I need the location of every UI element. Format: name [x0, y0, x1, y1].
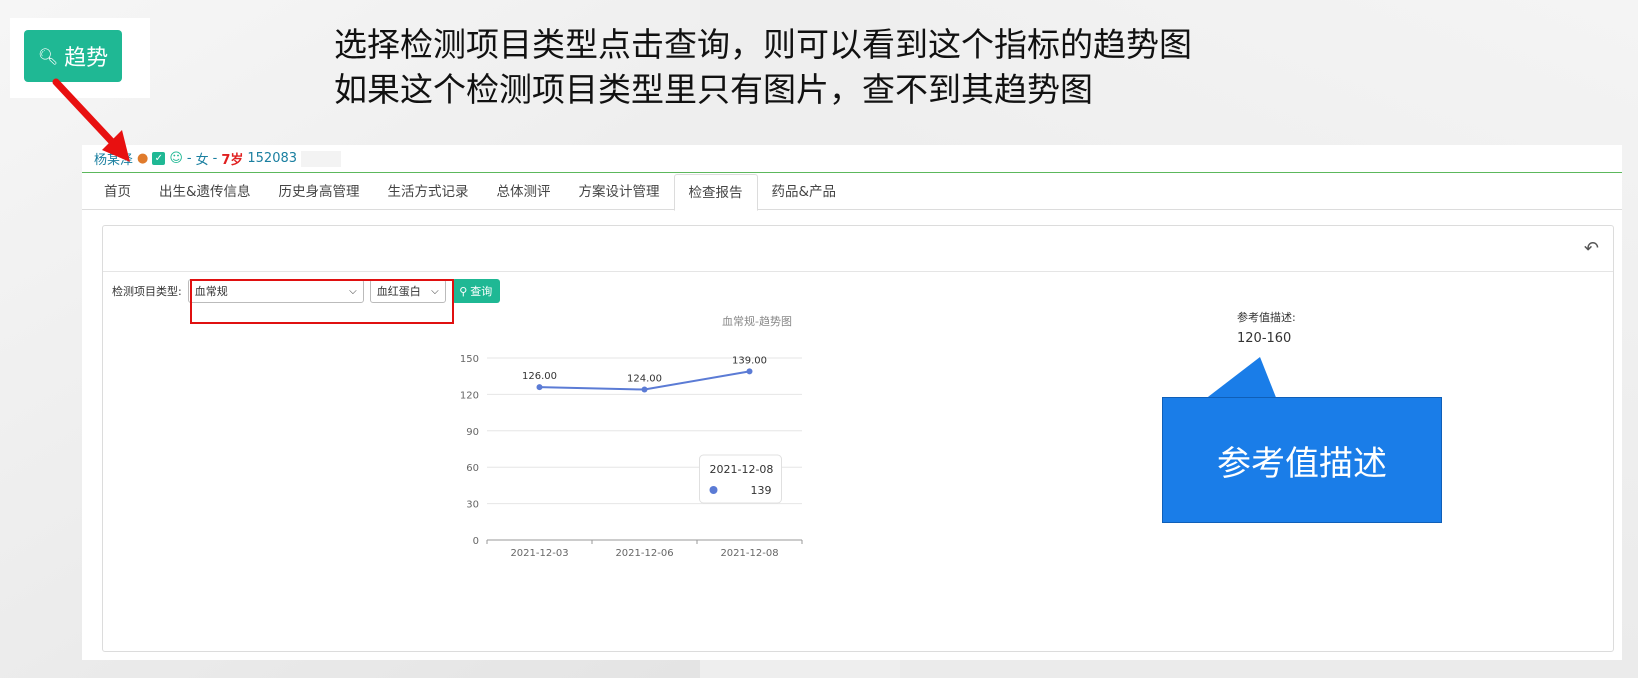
tooltip-date: 2021-12-08: [710, 463, 774, 476]
patient-bar: 杨某泽 ● ✓ ☺ - 女 - 7岁 152083: [82, 145, 1622, 173]
highlight-frame: [190, 279, 454, 324]
panel-header: ↶: [103, 226, 1613, 272]
instruction-headline: 选择检测项目类型点击查询，则可以看到这个指标的趋势图 如果这个检测项目类型里只有…: [334, 22, 1192, 112]
tab-birth-genetics[interactable]: 出生&遗传信息: [145, 174, 265, 210]
x-tick-label: 2021-12-03: [510, 548, 568, 559]
query-button-label: 查询: [470, 285, 493, 298]
data-point: [641, 386, 648, 393]
trend-button-label: 趋势: [64, 46, 109, 71]
y-tick-label: 90: [466, 427, 479, 438]
y-tick-label: 0: [473, 536, 479, 547]
tab-home[interactable]: 首页: [90, 174, 145, 210]
search-icon: ⚲: [459, 284, 468, 298]
trend-button[interactable]: 🔍︎ 趋势: [24, 30, 122, 82]
data-label: 139.00: [732, 355, 767, 366]
data-label: 126.00: [522, 371, 557, 382]
y-tick-label: 150: [460, 354, 479, 365]
x-tick-label: 2021-12-06: [615, 548, 673, 559]
annotation-arrow: [52, 78, 130, 162]
tooltip-value: 139: [751, 484, 772, 497]
separator: -: [186, 151, 192, 166]
headline-line-1: 选择检测项目类型点击查询，则可以看到这个指标的趋势图: [334, 25, 1192, 64]
y-tick-label: 60: [466, 463, 479, 474]
filter-label: 检测项目类型:: [112, 285, 182, 298]
callout-pointer: [1204, 357, 1277, 400]
reference-title: 参考值描述:: [1237, 311, 1296, 324]
trend-chart: 0 30 60 90 120 150 2021-12-03 2021-12-06 2021-12…: [460, 354, 803, 559]
patient-gender: 女: [195, 153, 209, 168]
callout-text: 参考值描述: [1217, 443, 1387, 484]
reference-callout: 参考值描述: [1162, 397, 1442, 523]
separator: -: [212, 151, 218, 166]
search-icon: 🔍︎: [37, 46, 59, 66]
redacted-area: [301, 150, 342, 167]
chart-title: 血常规-趋势图: [722, 315, 792, 328]
x-tick-label: 2021-12-08: [720, 548, 778, 559]
tab-plan-design[interactable]: 方案设计管理: [565, 174, 674, 210]
y-tick-label: 120: [460, 390, 479, 401]
tab-exam-report[interactable]: 检查报告: [673, 174, 758, 211]
tab-drugs-products[interactable]: 药品&产品: [758, 174, 851, 210]
tooltip-marker: [709, 486, 718, 494]
person-icon[interactable]: ☺: [169, 151, 183, 166]
patient-age: 7岁: [221, 153, 244, 168]
data-point: [746, 368, 753, 375]
reference-value: 120-160: [1237, 331, 1292, 346]
patient-id: 152083: [247, 151, 298, 166]
data-label: 124.00: [627, 374, 662, 385]
arrow-shaft: [52, 78, 118, 148]
tab-lifestyle[interactable]: 生活方式记录: [374, 174, 483, 210]
tab-assessment[interactable]: 总体测评: [483, 174, 565, 210]
data-point: [536, 384, 543, 391]
tab-bar: 首页 出生&遗传信息 历史身高管理 生活方式记录 总体测评 方案设计管理 检查报…: [82, 174, 1622, 211]
headline-line-2: 如果这个检测项目类型里只有图片，查不到其趋势图: [334, 70, 1093, 109]
reply-back-icon[interactable]: ↶: [1584, 238, 1599, 259]
query-button[interactable]: ⚲ 查询: [451, 279, 500, 303]
y-tick-label: 30: [466, 500, 479, 511]
edit-icon[interactable]: ✓: [152, 152, 166, 165]
tab-height-history[interactable]: 历史身高管理: [265, 174, 374, 210]
callout-pointer-shape: [1204, 357, 1277, 400]
